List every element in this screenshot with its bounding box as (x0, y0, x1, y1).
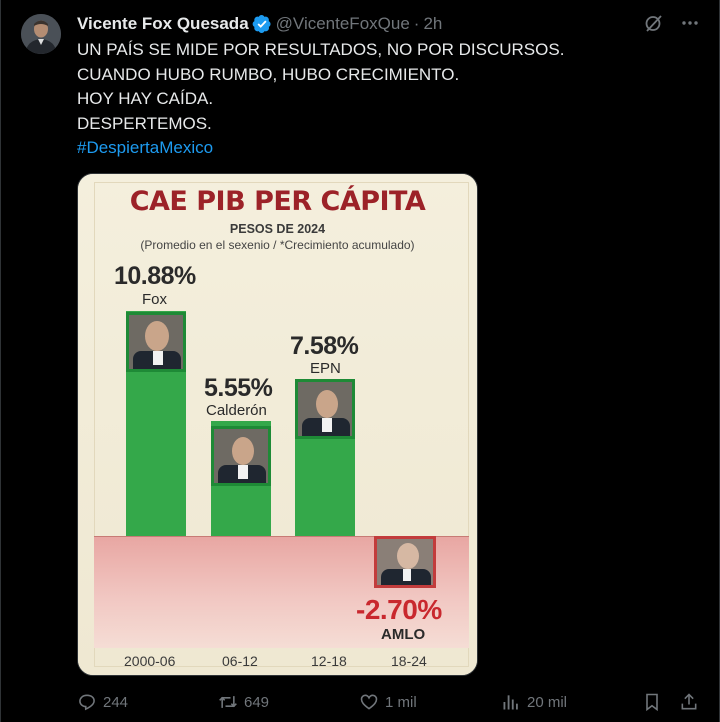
chart-note: (Promedio en el sexenio / *Crecimiento a… (140, 238, 415, 252)
tweet-time[interactable]: 2h (423, 14, 442, 34)
tweet-text: UN PAÍS SE MIDE POR RESULTADOS, NO POR D… (77, 38, 697, 161)
tweet-header: Vicente Fox Quesada @VicenteFoxQue · 2h (77, 12, 442, 36)
media-image[interactable]: CAE PIB PER CÁPITA PESOS DE 2024 (Promed… (77, 173, 478, 676)
bookmark-icon (646, 693, 658, 712)
chart-title: CAE PIB PER CÁPITA (129, 186, 426, 217)
value-label-fox: 10.88% (114, 262, 196, 290)
tweet-actions: 244 649 1 mil 20 mil (77, 692, 707, 716)
like-button[interactable]: 1 mil (359, 692, 417, 712)
author-handle[interactable]: @VicenteFoxQue (276, 14, 410, 34)
portrait-amlo (374, 536, 436, 588)
value-label-calderon: 5.55% (204, 374, 273, 402)
chart-subtitle: PESOS DE 2024 (229, 222, 326, 236)
tweet[interactable]: Vicente Fox Quesada @VicenteFoxQue · 2h … (0, 0, 720, 722)
x-tick-label: 12-18 (311, 653, 347, 669)
author-name[interactable]: Vicente Fox Quesada (77, 14, 249, 34)
portrait-fox (126, 312, 186, 372)
views-button[interactable]: 20 mil (501, 692, 567, 712)
name-label-epn: EPN (310, 360, 341, 377)
like-icon (360, 694, 378, 710)
bookmark-button[interactable] (642, 692, 662, 712)
like-count: 1 mil (385, 693, 417, 711)
reply-button[interactable]: 244 (77, 692, 128, 712)
more-icon[interactable] (679, 12, 701, 34)
tweet-line: HOY HAY CAÍDA. (77, 89, 214, 108)
separator-dot: · (413, 14, 420, 33)
share-icon (681, 693, 697, 710)
portrait-epn (295, 379, 355, 439)
tweet-line: CUANDO HUBO RUMBO, HUBO CRECIMIENTO. (77, 64, 460, 84)
share-button[interactable] (679, 692, 699, 712)
name-label-calderon: Calderón (206, 402, 267, 419)
views-count: 20 mil (527, 693, 568, 711)
tweet-line: DESPERTEMOS. (77, 113, 212, 133)
x-tick-label: 18-24 (391, 653, 427, 669)
name-label-amlo: AMLO (381, 626, 426, 643)
views-icon (503, 695, 518, 710)
name-label-fox: Fox (142, 291, 168, 308)
avatar[interactable] (21, 14, 61, 54)
hashtag-link[interactable]: #DespiertaMexico (77, 136, 697, 161)
reply-count: 244 (103, 693, 129, 711)
grok-icon[interactable] (643, 12, 665, 34)
reply-icon (79, 694, 95, 711)
top-actions (643, 12, 701, 34)
retweet-count: 649 (244, 693, 270, 711)
retweet-icon (219, 696, 237, 708)
value-label-epn: 7.58% (290, 332, 359, 360)
x-tick-label: 06-12 (222, 653, 258, 669)
value-label-amlo: -2.70% (356, 594, 442, 625)
verified-badge-icon (252, 14, 272, 34)
tweet-line: UN PAÍS SE MIDE POR RESULTADOS, NO POR D… (77, 40, 565, 59)
retweet-button[interactable]: 649 (218, 692, 269, 712)
portrait-calderon (211, 426, 271, 486)
x-tick-label: 2000-06 (124, 653, 176, 669)
